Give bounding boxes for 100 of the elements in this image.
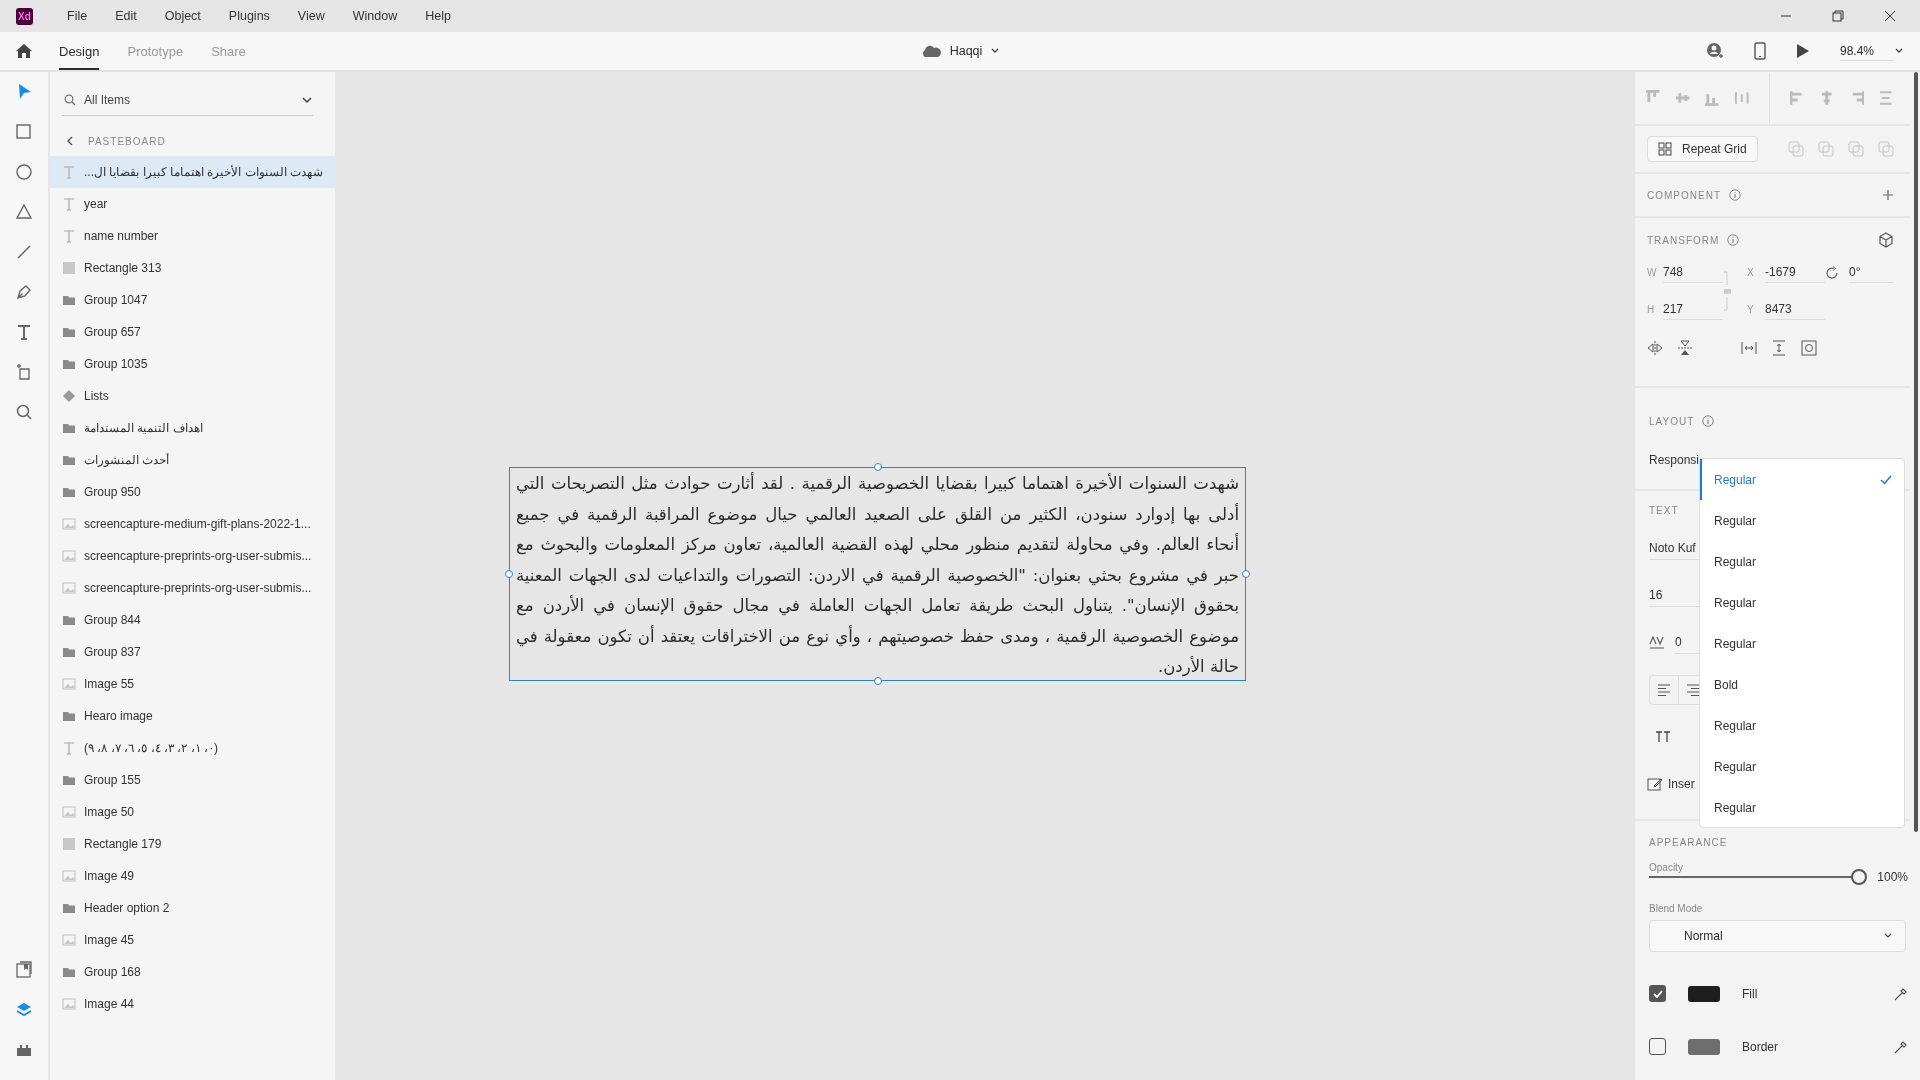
breadcrumb-label: PASTEBOARD [88, 135, 166, 147]
menu-item[interactable]: Regular [1700, 459, 1904, 500]
eyedropper-icon[interactable] [1894, 986, 1908, 1001]
layer-row[interactable]: Rectangle 313 [50, 252, 335, 284]
layer-row[interactable]: screencapture-medium-gift-plans-2022-1... [50, 508, 335, 540]
layer-row[interactable]: Group 1035 [50, 348, 335, 380]
fit-icon[interactable] [1801, 340, 1817, 356]
layer-row[interactable]: Image 45 [50, 924, 335, 956]
restore-icon[interactable] [1832, 10, 1844, 22]
layer-row[interactable]: أحدث المنشورات [50, 444, 335, 476]
close-icon[interactable] [1884, 10, 1896, 22]
menu-item[interactable]: Help [411, 9, 465, 23]
resize-handle[interactable] [1242, 570, 1250, 578]
image-layer-icon [62, 549, 76, 563]
opacity-field[interactable]: 100% [1877, 870, 1908, 884]
text-transform-icon[interactable] [1655, 730, 1671, 743]
layer-row[interactable]: Image 55 [50, 668, 335, 700]
fixed-height-icon[interactable] [1771, 340, 1787, 356]
layer-row[interactable]: Group 657 [50, 316, 335, 348]
checkbox[interactable] [1649, 1038, 1666, 1055]
layer-row[interactable]: (٠، ١، ٢، ٣، ٤، ٥، ٦، ٧، ٨، ٩) [50, 732, 335, 764]
color-swatch[interactable] [1688, 985, 1720, 1002]
layer-row[interactable]: Group 950 [50, 476, 335, 508]
menu-item[interactable]: Regular [1700, 623, 1904, 664]
folder-icon [62, 325, 76, 339]
resize-handle[interactable] [873, 463, 882, 471]
menu-item[interactable]: Regular [1700, 746, 1904, 787]
layer-row[interactable]: Image 44 [50, 988, 335, 1020]
resize-handle[interactable] [505, 570, 513, 578]
folder-icon [62, 485, 76, 499]
flip-vertical-icon[interactable] [1677, 340, 1693, 356]
info-icon [1727, 234, 1740, 246]
menu-item[interactable]: File [53, 9, 102, 23]
image-layer-icon [62, 997, 76, 1011]
layer-row[interactable]: Group 1047 [50, 284, 335, 316]
filter-dropdown[interactable]: All Items [62, 84, 313, 116]
image-layer-icon [62, 933, 76, 947]
layer-row[interactable]: Image 50 [50, 796, 335, 828]
zoom-field[interactable]: 98.4% [1839, 41, 1894, 61]
mobile-device-icon[interactable] [1753, 42, 1766, 60]
menu-item[interactable]: Regular [1700, 705, 1904, 746]
text-line: أنحاء العالم. وفي محاولة لتقديم منظور محلي لهذه القضية العالمية، تعاون مركز المعلومات والبحوث مع [516, 532, 1239, 557]
menu-item[interactable]: Edit [101, 9, 151, 23]
menu-item[interactable]: Object [150, 9, 215, 23]
layer-row[interactable]: Image 49 [50, 860, 335, 892]
layer-row[interactable]: Group 155 [50, 764, 335, 796]
menu-item[interactable]: Plugins [214, 9, 284, 23]
rectangle-tool-icon[interactable] [14, 122, 34, 142]
menu-item[interactable]: Window [338, 9, 412, 23]
tab[interactable]: Design [59, 32, 100, 70]
align-left-icon[interactable] [1657, 683, 1671, 696]
layer-name: Group 837 [84, 645, 141, 659]
blend-mode-dropdown[interactable]: Normal [1649, 920, 1906, 952]
checkbox[interactable] [1649, 985, 1666, 1002]
menu-item[interactable]: Bold [1700, 664, 1904, 705]
layer-row[interactable]: Group 844 [50, 604, 335, 636]
align-right-icon[interactable] [1686, 683, 1700, 696]
zoom-tool-icon[interactable] [14, 402, 34, 422]
image-layer-icon [62, 581, 76, 595]
field-label: X [1747, 267, 1755, 278]
user-add-icon[interactable] [1705, 42, 1724, 60]
layer-row[interactable]: screencapture-preprints-org-user-submis... [50, 572, 335, 604]
home-icon[interactable] [15, 42, 33, 60]
slider-thumb[interactable] [1851, 869, 1868, 885]
triangle-tool-icon[interactable] [14, 202, 34, 222]
layer-name: Group 657 [84, 325, 141, 339]
number-field[interactable]: 748 [1663, 262, 1723, 283]
layer-row[interactable]: Hearo image [50, 700, 335, 732]
menu-item[interactable]: View [283, 9, 339, 23]
layer-row[interactable]: year [50, 188, 335, 220]
plus-icon[interactable] [1882, 189, 1894, 201]
eyedropper-icon[interactable] [1894, 1039, 1908, 1054]
number-field[interactable]: 8473 [1765, 299, 1825, 320]
rectangle-layer-icon [62, 837, 76, 851]
assets-icon[interactable] [14, 960, 34, 980]
color-swatch[interactable] [1688, 1038, 1720, 1055]
layer-row[interactable]: اهداف التنمية المستدامة [50, 412, 335, 444]
rotation-field[interactable]: 0° [1849, 262, 1893, 283]
number-field[interactable]: 217 [1663, 299, 1723, 320]
insert-label[interactable]: Inser [1668, 776, 1695, 791]
layer-row[interactable]: screencapture-preprints-org-user-submis... [50, 540, 335, 572]
layer-name: Hearo image [84, 709, 153, 723]
cube-icon[interactable] [1878, 232, 1894, 248]
layer-row[interactable]: Rectangle 179 [50, 828, 335, 860]
menu-item[interactable]: Regular [1700, 787, 1904, 828]
layer-name: Group 1035 [84, 357, 148, 371]
resize-handle[interactable] [873, 677, 882, 685]
play-icon[interactable] [1795, 43, 1810, 59]
ellipse-tool-icon[interactable] [14, 162, 34, 182]
layer-row[interactable]: Lists [50, 380, 335, 412]
repeat-grid-button[interactable]: Repeat Grid [1647, 136, 1758, 162]
layer-row[interactable]: Header option 2 [50, 892, 335, 924]
layer-row[interactable]: شهدت السنوات الأخيرة اهتماما كبيرا بقضايا ال... [50, 156, 335, 188]
layer-row[interactable]: Group 837 [50, 636, 335, 668]
layer-name: Lists [84, 389, 109, 403]
fixed-width-icon[interactable] [1741, 340, 1757, 356]
layer-row[interactable]: name number [50, 220, 335, 252]
number-field[interactable]: -1679 [1765, 262, 1825, 283]
document-name[interactable]: Haqqi [949, 44, 983, 58]
layer-row[interactable]: Group 168 [50, 956, 335, 988]
